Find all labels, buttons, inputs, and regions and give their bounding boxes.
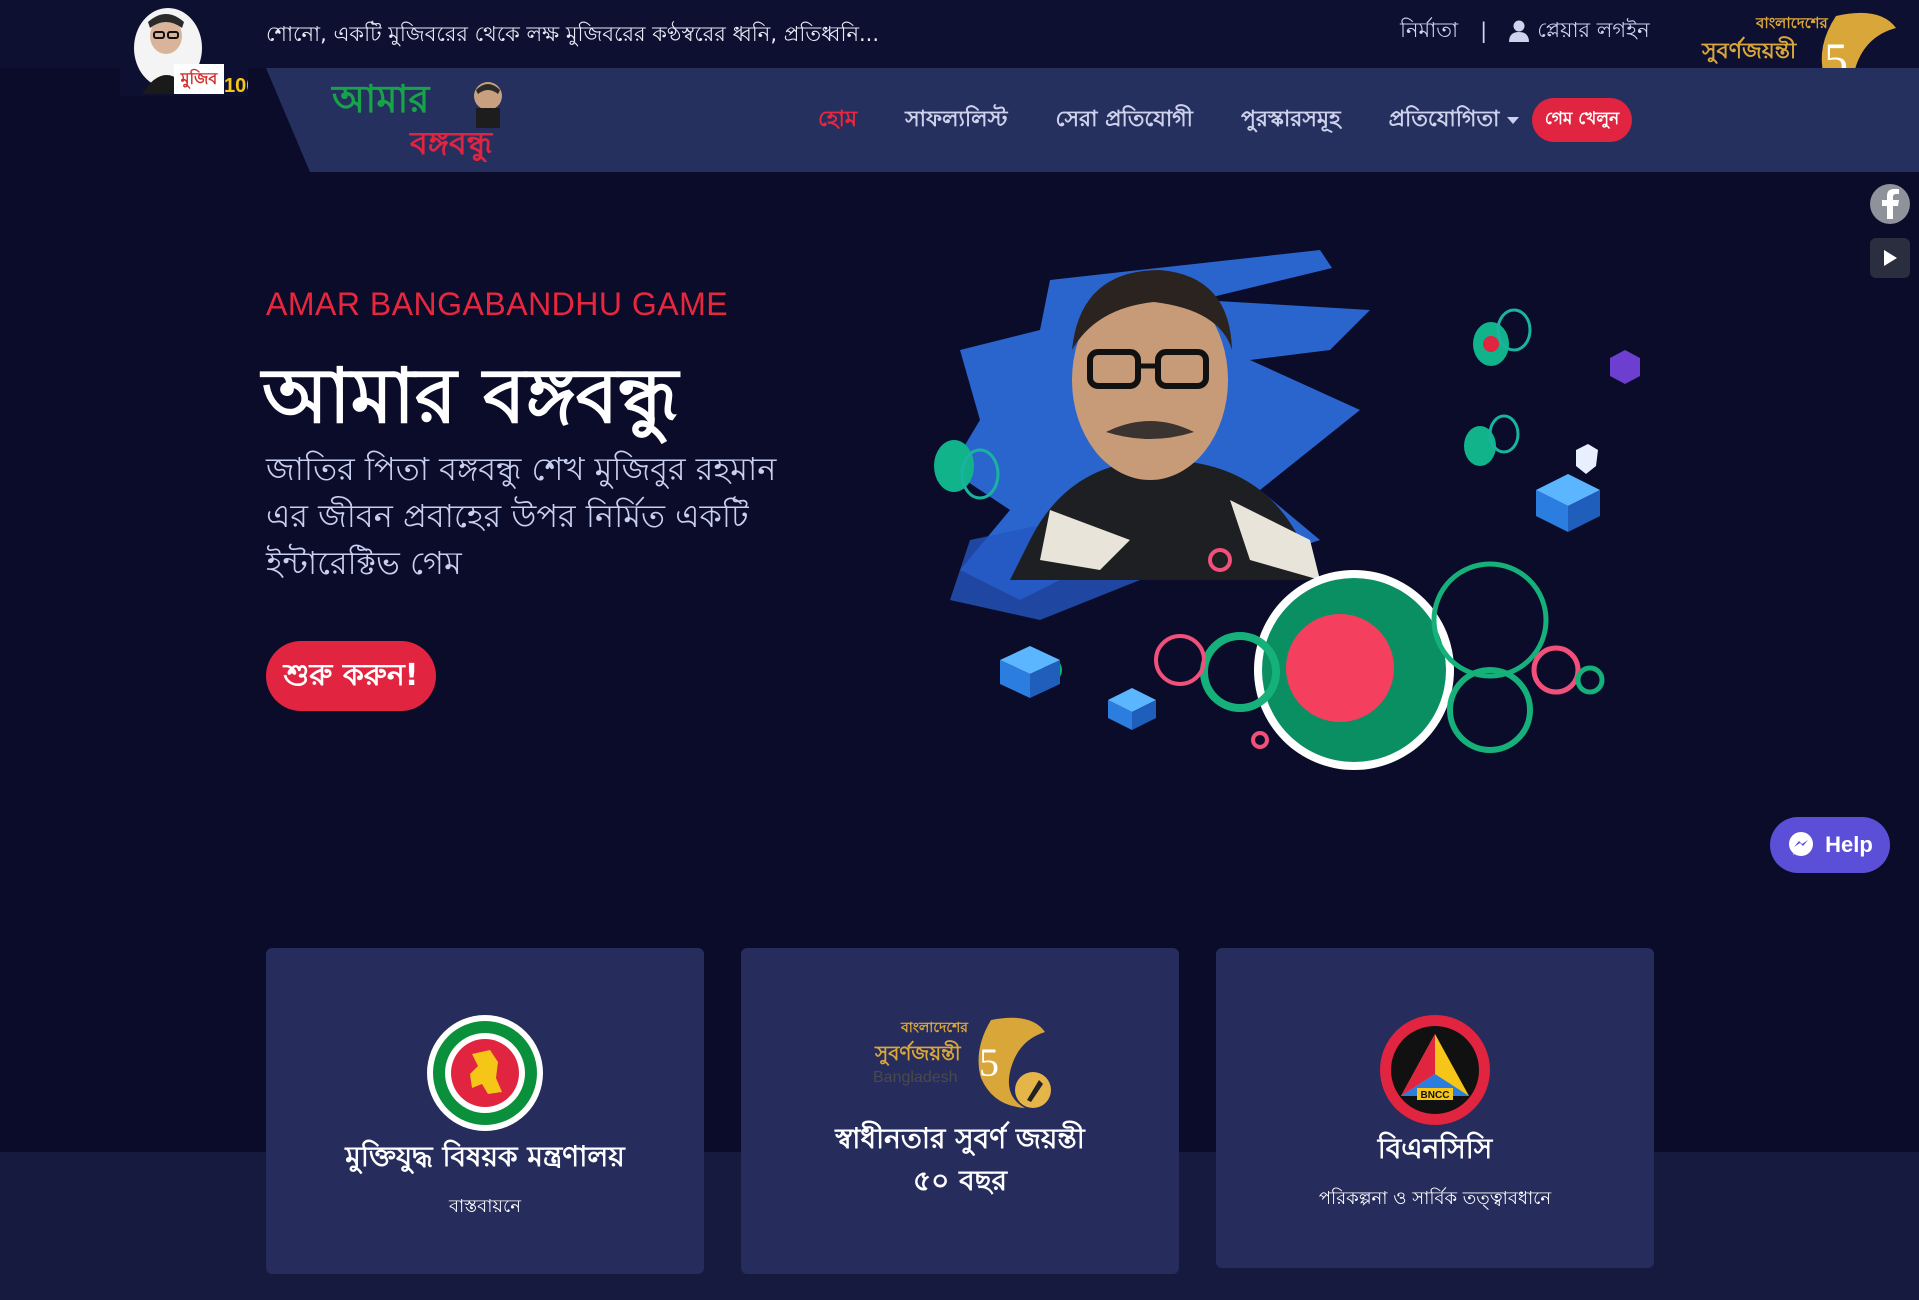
start-button[interactable]: শুরু করুন! [266, 641, 436, 711]
svg-text:সুবর্ণজয়ন্তী: সুবর্ণজয়ন্তী [1701, 36, 1797, 65]
svg-text:বাংলাদেশের: বাংলাদেশের [1755, 14, 1828, 32]
svg-text:100: 100 [224, 75, 248, 96]
nav-item-competition-label: প্রতিযোগিতা [1388, 106, 1500, 132]
ministry-title: মুক্তিযুদ্ধ বিষয়ক মন্ত্রণালয় [345, 1140, 625, 1173]
nav-item-success-list[interactable]: সাফল্যলিস্ট [905, 102, 1007, 139]
main-nav: হোম সাফল্যলিস্ট সেরা প্রতিযোগী পুরস্কারস… [818, 98, 1520, 142]
hero-illustration [934, 250, 1640, 770]
mujib-100-logo[interactable]: মুজিব 100 [120, 8, 248, 96]
youtube-side-button[interactable] [1870, 238, 1910, 278]
help-label: Help [1825, 832, 1873, 857]
nav-item-home[interactable]: হোম [818, 102, 857, 139]
svg-text:BNCC: BNCC [1421, 1090, 1450, 1101]
partner-card-jubilee: বাংলাদেশের সুবর্ণজয়ন্তী Bangladesh 5 স্… [741, 948, 1179, 1274]
caret-down-icon [1507, 116, 1520, 124]
svg-text:বাংলাদেশের: বাংলাদেশের [900, 1020, 969, 1036]
partner-card-bncc: BNCC বিএনসিসি পরিকল্পনা ও সার্বিক তত্ত্ব… [1216, 948, 1654, 1268]
svg-text:বঙ্গবন্ধু: বঙ্গবন্ধু [409, 124, 494, 162]
player-login-link[interactable]: প্লেয়ার লগইন [1509, 14, 1650, 49]
messenger-icon [1789, 832, 1814, 856]
player-login-label: প্লেয়ার লগইন [1537, 17, 1650, 42]
svg-text:সুবর্ণজয়ন্তী: সুবর্ণজয়ন্তী [874, 1040, 962, 1066]
link-separator: | [1480, 19, 1488, 43]
help-chat-button[interactable]: Help [1770, 817, 1890, 873]
play-game-button[interactable]: গেম খেলুন [1532, 98, 1632, 142]
bangladesh-govt-seal-icon [427, 1015, 543, 1131]
svg-text:আমার: আমার [330, 77, 430, 121]
news-ticker: শোনো, একটি মুজিবরের থেকে লক্ষ মুজিবরের ক… [266, 22, 880, 46]
nav-item-prizes[interactable]: পুরস্কারসমূহ [1241, 102, 1341, 139]
play-icon [1884, 250, 1897, 266]
jubilee-title-line1: স্বাধীনতার সুবর্ণ জয়ন্তী [835, 1122, 1085, 1155]
bncc-emblem-icon: BNCC [1380, 1015, 1490, 1125]
hero-description: জাতির পিতা বঙ্গবন্ধু শেখ মুজিবুর রহমান এ… [266, 450, 777, 582]
svg-text:Bangladesh: Bangladesh [873, 1069, 958, 1086]
bncc-caption: পরিকল্পনা ও সার্বিক তত্ত্বাবধানে [1318, 1188, 1552, 1209]
svg-text:মুজিব: মুজিব [180, 68, 219, 89]
facebook-side-button[interactable] [1870, 184, 1910, 224]
user-icon [1509, 20, 1530, 42]
partner-card-ministry: মুক্তিযুদ্ধ বিষয়ক মন্ত্রণালয় বাস্তবায়… [266, 948, 704, 1274]
bncc-title: বিএনসিসি [1377, 1132, 1493, 1165]
svg-text:5: 5 [979, 1040, 999, 1085]
jubilee-title-line2: ৫০ বছর [912, 1164, 1008, 1197]
golden-jubilee-card-logo: বাংলাদেশের সুবর্ণজয়ন্তী Bangladesh 5 [873, 1017, 1051, 1108]
ministry-caption: বাস্তবায়নে [449, 1196, 521, 1217]
top-links: নির্মাতা | প্লেয়ার লগইন [1400, 16, 1650, 46]
nav-item-top-competitors[interactable]: সেরা প্রতিযোগী [1056, 102, 1193, 139]
facebook-icon [1882, 189, 1899, 219]
amar-bangabandhu-logo[interactable]: আমার বঙ্গবন্ধু [330, 76, 530, 162]
hero-subtitle: AMAR BANGABANDHU GAME [266, 286, 729, 322]
nav-item-competition[interactable]: প্রতিযোগিতা [1389, 102, 1520, 139]
page: মুজিব 100 শোনো, একটি মুজিবরের থেকে লক্ষ … [0, 0, 1919, 1300]
creator-link[interactable]: নির্মাতা [1400, 14, 1458, 49]
